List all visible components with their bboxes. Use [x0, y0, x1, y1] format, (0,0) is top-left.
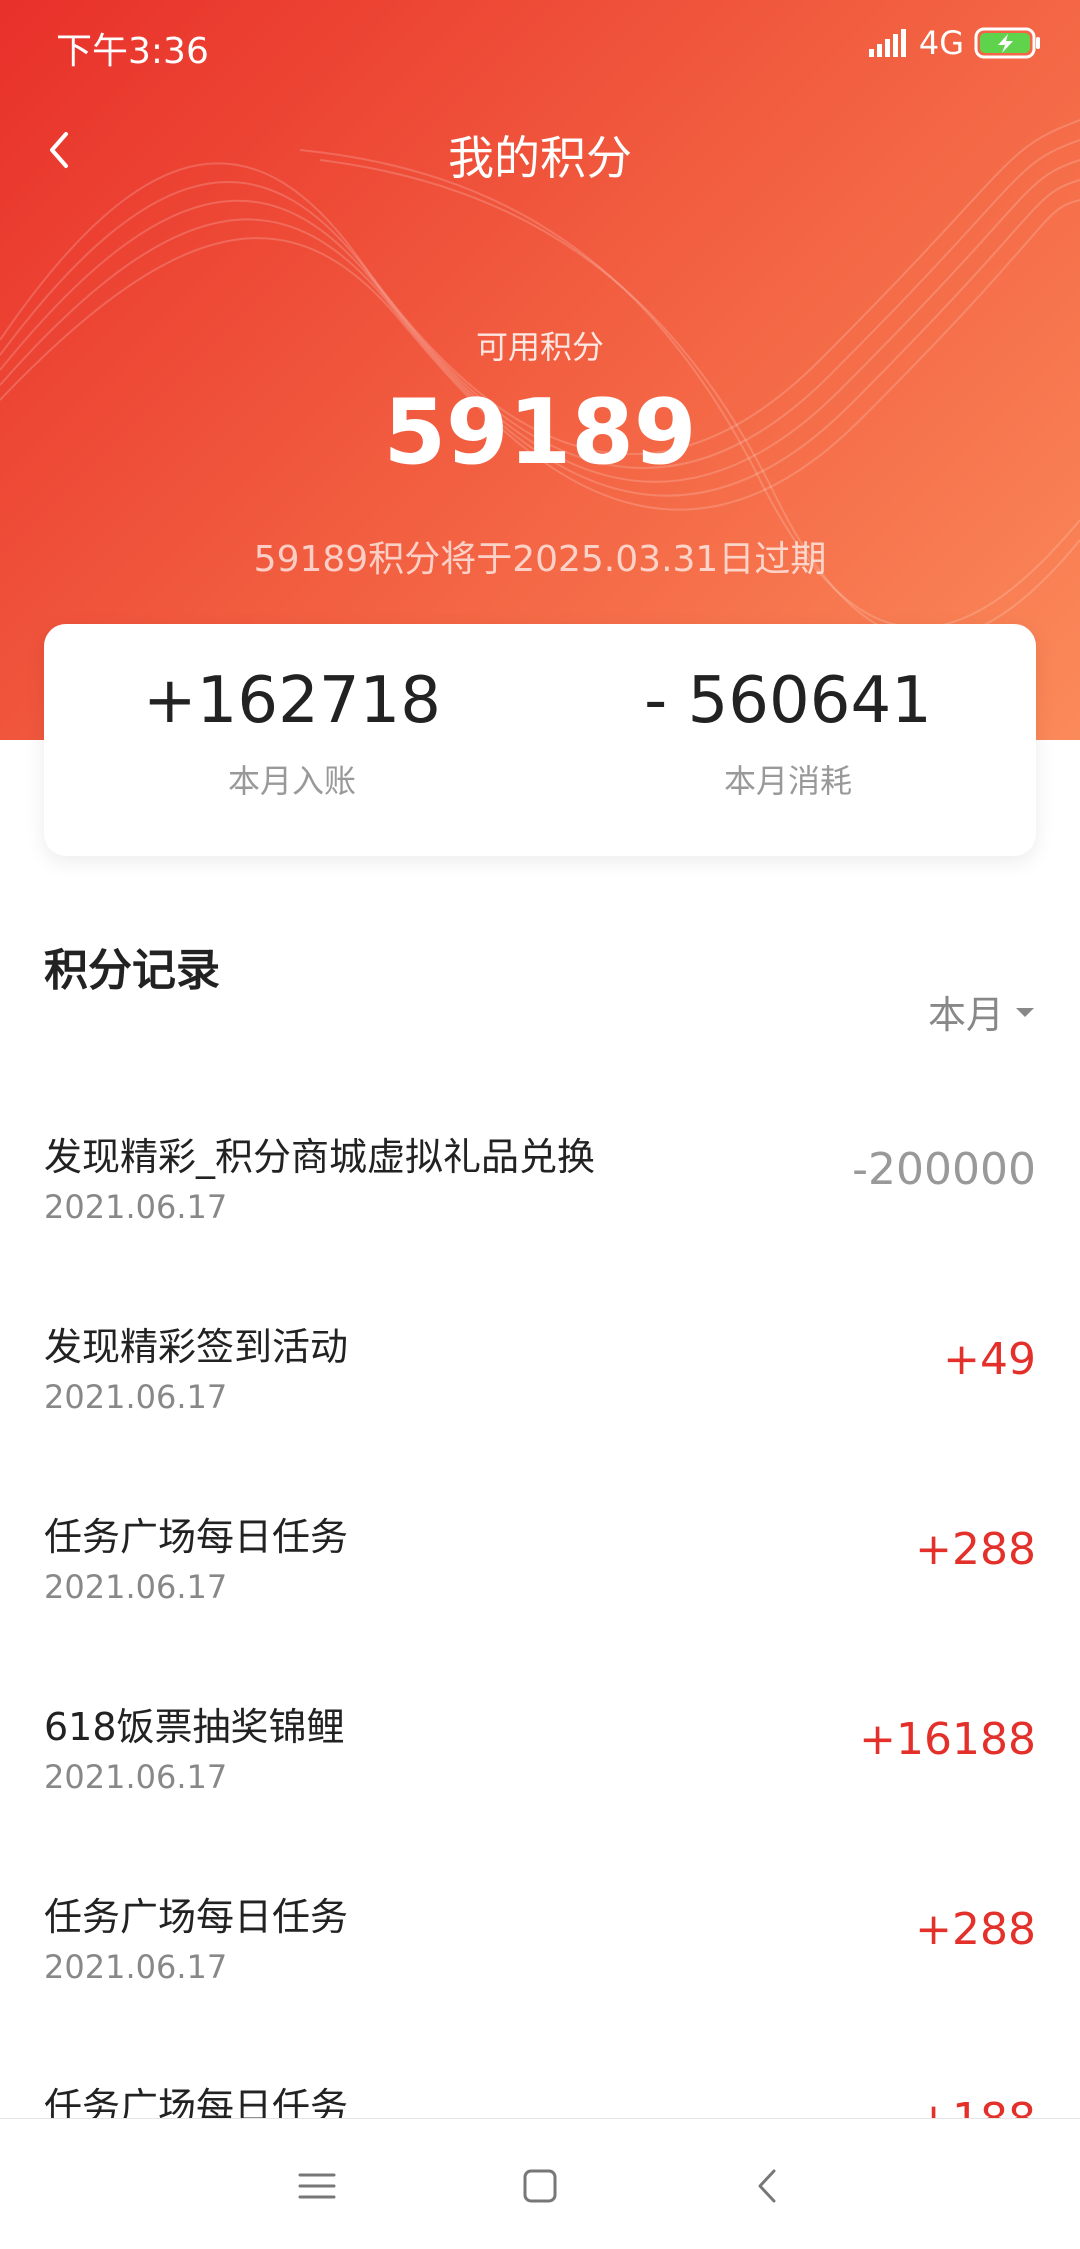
list-item[interactable]: 任务广场每日任务 +188	[0, 2050, 1080, 2120]
system-navigation-bar	[0, 2118, 1080, 2249]
record-amount: +16188	[859, 1714, 1036, 1765]
monthly-income-label: 本月入账	[227, 762, 356, 800]
menu-icon[interactable]	[292, 2161, 342, 2211]
status-bar: 下午3:36 4G	[0, 0, 1080, 90]
points-record-list: 发现精彩_积分商城虚拟礼品兑换 2021.06.17 -200000 发现精彩签…	[0, 1100, 1080, 2120]
page-title: 我的积分	[448, 131, 632, 185]
back-icon[interactable]	[742, 2161, 792, 2211]
record-date: 2021.06.17	[44, 1758, 228, 1796]
record-title: 任务广场每日任务	[44, 2085, 349, 2120]
record-date: 2021.06.17	[44, 1378, 228, 1416]
record-amount: -200000	[852, 1144, 1036, 1195]
record-title: 618饭票抽奖锦鲤	[44, 1705, 345, 1749]
monthly-income: +162718 本月入账	[44, 664, 540, 802]
month-filter-dropdown[interactable]: 本月	[928, 984, 1036, 1039]
available-points-value: 59189	[383, 380, 697, 485]
record-title: 发现精彩_积分商城虚拟礼品兑换	[44, 1135, 596, 1179]
monthly-summary-card: +162718 本月入账 - 560641 本月消耗	[44, 624, 1036, 856]
record-date: 2021.06.17	[44, 1568, 228, 1606]
navigation-bar: 我的积分	[0, 100, 1080, 200]
record-title: 发现精彩签到活动	[44, 1325, 349, 1369]
list-item[interactable]: 618饭票抽奖锦鲤 2021.06.17 +16188	[0, 1670, 1080, 1860]
record-date: 2021.06.17	[44, 1188, 228, 1226]
points-expiry-note: 59189积分将于2025.03.31日过期	[253, 539, 827, 580]
record-title: 任务广场每日任务	[44, 1515, 349, 1559]
monthly-spend-label: 本月消耗	[723, 762, 852, 800]
list-item[interactable]: 发现精彩_积分商城虚拟礼品兑换 2021.06.17 -200000	[0, 1100, 1080, 1290]
caret-down-icon	[1016, 1007, 1034, 1017]
status-icons: 4G	[867, 24, 1042, 62]
signal-icon	[868, 29, 906, 57]
list-item[interactable]: 发现精彩签到活动 2021.06.17 +49	[0, 1290, 1080, 1480]
record-date: 2021.06.17	[44, 1948, 228, 1986]
network-type: 4G	[918, 24, 964, 62]
available-points-label: 可用积分	[475, 328, 604, 366]
record-amount: +188	[915, 2094, 1036, 2120]
record-amount: +49	[943, 1334, 1036, 1385]
home-icon[interactable]	[515, 2161, 565, 2211]
battery-charging-icon	[974, 27, 1040, 59]
status-time: 下午3:36	[56, 31, 209, 72]
month-filter-label: 本月	[927, 993, 1004, 1037]
list-item[interactable]: 任务广场每日任务 2021.06.17 +288	[0, 1480, 1080, 1670]
monthly-spend: - 560641 本月消耗	[540, 664, 1036, 802]
record-amount: +288	[915, 1524, 1036, 1575]
record-amount: +288	[915, 1904, 1036, 1955]
record-title: 任务广场每日任务	[44, 1895, 349, 1939]
monthly-spend-value: - 560641	[644, 664, 932, 738]
list-item[interactable]: 任务广场每日任务 2021.06.17 +288	[0, 1860, 1080, 2050]
records-section-title: 积分记录	[44, 945, 220, 996]
monthly-income-value: +162718	[143, 664, 441, 738]
